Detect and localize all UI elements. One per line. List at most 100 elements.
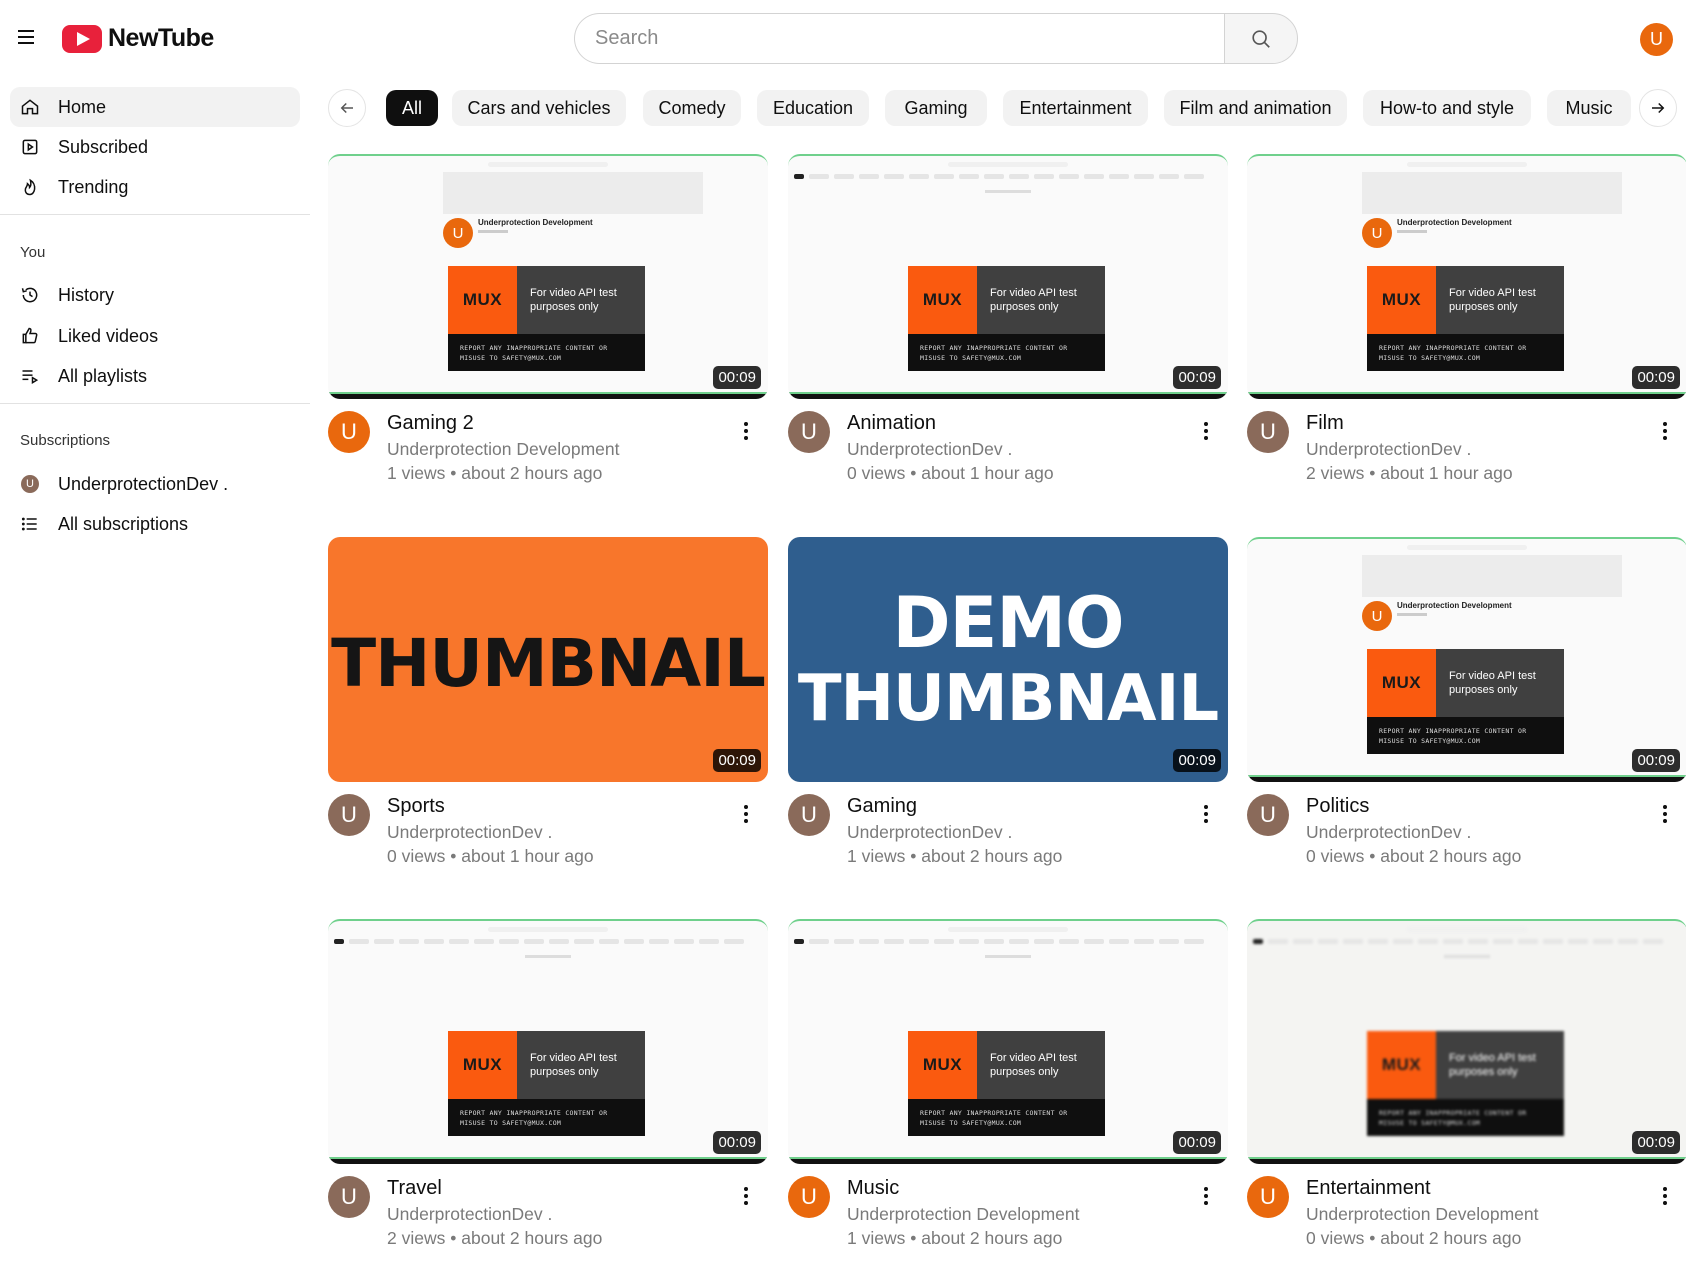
video-title[interactable]: Gaming 2 — [387, 412, 474, 435]
channel-name[interactable]: UnderprotectionDev . — [847, 439, 1012, 460]
chip-scroll-right-button[interactable] — [1639, 89, 1677, 127]
video-thumbnail[interactable]: MUX For video API test purposes only REP… — [1247, 919, 1686, 1164]
video-meta: U Politics UnderprotectionDev . 0 views … — [1247, 782, 1686, 872]
search-input[interactable] — [574, 13, 1224, 64]
more-options-icon[interactable] — [736, 802, 756, 826]
channel-avatar[interactable]: U — [328, 411, 370, 453]
channel-name[interactable]: UnderprotectionDev . — [387, 1204, 552, 1225]
video-thumbnail[interactable]: MUX For video API test purposes only REP… — [788, 154, 1228, 399]
more-options-icon[interactable] — [1196, 802, 1216, 826]
mini-chip-bar — [794, 174, 1204, 180]
chip-film-and-animation[interactable]: Film and animation — [1164, 90, 1347, 126]
channel-avatar[interactable]: U — [328, 794, 370, 836]
channel-name[interactable]: UnderprotectionDev . — [1306, 822, 1471, 843]
video-thumbnail[interactable]: DEMO THUMBNAIL 00:09 — [788, 537, 1228, 782]
channel-avatar[interactable]: U — [1247, 411, 1289, 453]
channel-avatar[interactable]: U — [328, 1176, 370, 1218]
video-stats: 2 views • about 1 hour ago — [1306, 463, 1513, 483]
sidebar-item-subscription-channel[interactable]: U UnderprotectionDev . — [10, 464, 300, 504]
video-card[interactable]: MUX For video API test purposes only REP… — [788, 154, 1228, 489]
video-title[interactable]: Gaming — [847, 795, 917, 818]
chip-music[interactable]: Music — [1547, 90, 1631, 126]
mini-avatar: U — [443, 218, 473, 248]
channel-name[interactable]: UnderprotectionDev . — [1306, 439, 1471, 460]
video-title[interactable]: Sports — [387, 795, 445, 818]
video-card[interactable]: MUX For video API test purposes only REP… — [328, 919, 768, 1254]
more-options-icon[interactable] — [736, 1184, 756, 1208]
more-options-icon[interactable] — [1655, 1184, 1675, 1208]
channel-name[interactable]: UnderprotectionDev . — [847, 822, 1012, 843]
chip-entertainment[interactable]: Entertainment — [1003, 90, 1148, 126]
search-button[interactable] — [1224, 13, 1298, 64]
video-card[interactable]: U Underprotection Development MUX For vi… — [328, 154, 768, 489]
video-thumbnail[interactable]: MUX For video API test purposes only REP… — [788, 919, 1228, 1164]
menu-icon[interactable] — [14, 24, 40, 50]
video-card[interactable]: DEMO THUMBNAIL 00:09 U Gaming Underprote… — [788, 537, 1228, 872]
video-meta: U Gaming UnderprotectionDev . 1 views • … — [788, 782, 1228, 872]
mux-test-card: MUX For video API test purposes only REP… — [448, 266, 645, 371]
channel-avatar[interactable]: U — [788, 411, 830, 453]
app-name: NewTube — [108, 24, 214, 52]
more-options-icon[interactable] — [736, 419, 756, 443]
more-options-icon[interactable] — [1655, 419, 1675, 443]
sidebar-item-trending[interactable]: Trending — [10, 167, 300, 207]
video-thumbnail[interactable]: U Underprotection Development MUX For vi… — [328, 154, 768, 399]
duration-badge: 00:09 — [1173, 366, 1221, 389]
chip-scroll-left-button[interactable] — [328, 89, 366, 127]
sidebar-item-all-subscriptions[interactable]: All subscriptions — [10, 504, 300, 544]
channel-name[interactable]: UnderprotectionDev . — [387, 822, 552, 843]
video-card[interactable]: MUX For video API test purposes only REP… — [1247, 919, 1686, 1254]
video-card[interactable]: THUMBNAIL 00:09 U Sports Underprotection… — [328, 537, 768, 872]
chip-all[interactable]: All — [386, 90, 438, 126]
sidebar-item-label: All playlists — [58, 365, 148, 386]
video-title[interactable]: Music — [847, 1177, 899, 1200]
channel-avatar[interactable]: U — [788, 1176, 830, 1218]
video-card[interactable]: MUX For video API test purposes only REP… — [788, 919, 1228, 1254]
sidebar-item-all-playlists[interactable]: All playlists — [10, 356, 300, 396]
user-avatar[interactable]: U — [1640, 23, 1673, 56]
sidebar-item-subscribed[interactable]: Subscribed — [10, 127, 300, 167]
channel-avatar[interactable]: U — [788, 794, 830, 836]
channel-name[interactable]: Underprotection Development — [847, 1204, 1080, 1225]
mux-logo: MUX — [1367, 1031, 1436, 1099]
video-thumbnail[interactable]: THUMBNAIL 00:09 — [328, 537, 768, 782]
video-thumbnail[interactable]: U Underprotection Development MUX For vi… — [1247, 537, 1686, 782]
sidebar: Home Subscribed Trending You History Lik… — [0, 78, 310, 1264]
channel-avatar: U — [21, 475, 39, 493]
video-thumbnail[interactable]: U Underprotection Development MUX For vi… — [1247, 154, 1686, 399]
thumbnail-text: THUMBNAIL — [797, 662, 1219, 736]
mini-chip-bar — [1253, 939, 1663, 945]
app-logo[interactable]: NewTube — [62, 24, 214, 53]
more-options-icon[interactable] — [1196, 1184, 1216, 1208]
video-thumbnail[interactable]: MUX For video API test purposes only REP… — [328, 919, 768, 1164]
video-title[interactable]: Entertainment — [1306, 1177, 1431, 1200]
sidebar-item-liked-videos[interactable]: Liked videos — [10, 316, 300, 356]
channel-avatar[interactable]: U — [1247, 794, 1289, 836]
channel-name[interactable]: Underprotection Development — [1306, 1204, 1539, 1225]
channel-avatar[interactable]: U — [1247, 1176, 1289, 1218]
video-title[interactable]: Film — [1306, 412, 1344, 435]
sidebar-item-history[interactable]: History — [10, 275, 300, 315]
more-options-icon[interactable] — [1655, 802, 1675, 826]
video-title[interactable]: Animation — [847, 412, 936, 435]
channel-name[interactable]: Underprotection Development — [387, 439, 620, 460]
video-card[interactable]: U Underprotection Development MUX For vi… — [1247, 154, 1686, 489]
mux-test-text: For video API test purposes only — [977, 266, 1105, 334]
mini-channel-name: Underprotection Development — [1397, 601, 1512, 610]
category-chip-bar: All Cars and vehicles Comedy Education G… — [328, 89, 1686, 127]
chip-gaming[interactable]: Gaming — [885, 90, 987, 126]
more-options-icon[interactable] — [1196, 419, 1216, 443]
video-meta: U Travel UnderprotectionDev . 2 views • … — [328, 1164, 768, 1254]
chip-comedy[interactable]: Comedy — [643, 90, 741, 126]
video-card[interactable]: U Underprotection Development MUX For vi… — [1247, 537, 1686, 872]
mini-search-bar — [1407, 927, 1527, 932]
chip-cars-and-vehicles[interactable]: Cars and vehicles — [452, 90, 626, 126]
video-title[interactable]: Politics — [1306, 795, 1369, 818]
sidebar-item-home[interactable]: Home — [10, 87, 300, 127]
chip-education[interactable]: Education — [757, 90, 869, 126]
search-bar — [574, 13, 1298, 64]
duration-badge: 00:09 — [1173, 749, 1221, 772]
video-title[interactable]: Travel — [387, 1177, 442, 1200]
chip-how-to-and-style[interactable]: How-to and style — [1363, 90, 1531, 126]
mux-logo: MUX — [908, 266, 977, 334]
